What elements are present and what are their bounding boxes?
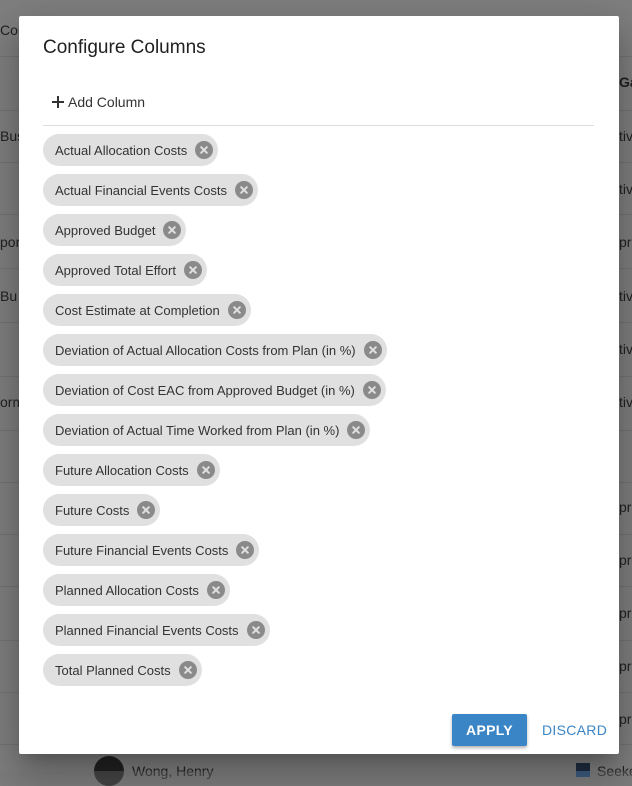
remove-chip-icon[interactable] [227,301,246,319]
chip-label: Deviation of Actual Time Worked from Pla… [55,422,340,438]
column-chip-list: Actual Allocation Costs Actual Financial … [43,134,387,694]
apply-button[interactable]: APPLY [452,714,527,746]
column-chip: Total Planned Costs [43,654,202,686]
chip-label: Actual Allocation Costs [55,142,188,158]
column-chip: Future Costs [43,494,161,526]
remove-chip-icon[interactable] [234,181,253,199]
column-chip: Actual Financial Events Costs [43,174,258,206]
chip-label: Deviation of Actual Allocation Costs fro… [55,342,356,358]
remove-chip-icon[interactable] [347,421,366,439]
remove-chip-icon[interactable] [163,221,182,239]
chip-label: Planned Financial Events Costs [55,622,239,638]
remove-chip-icon[interactable] [236,541,255,559]
remove-chip-icon[interactable] [246,621,265,639]
chip-label: Approved Total Effort [55,262,176,278]
column-chip: Planned Allocation Costs [43,574,230,606]
remove-chip-icon[interactable] [178,661,197,679]
column-chip: Future Financial Events Costs [43,534,260,566]
column-chip: Future Allocation Costs [43,454,220,486]
chip-label: Cost Estimate at Completion [55,302,220,318]
discard-button[interactable]: DISCARD [536,714,610,746]
chip-label: Future Financial Events Costs [55,542,229,558]
divider [43,125,594,126]
remove-chip-icon[interactable] [183,261,202,279]
column-chip: Actual Allocation Costs [43,134,219,166]
column-chip: Deviation of Cost EAC from Approved Budg… [43,374,386,406]
remove-chip-icon[interactable] [195,141,214,159]
chip-label: Actual Financial Events Costs [55,182,227,198]
chip-label: Approved Budget [55,222,156,238]
chip-label: Future Allocation Costs [55,462,189,478]
chip-label: Deviation of Cost EAC from Approved Budg… [55,382,355,398]
plus-icon [52,96,64,108]
column-chip: Cost Estimate at Completion [43,294,251,326]
column-chip: Planned Financial Events Costs [43,614,270,646]
add-column-button[interactable]: Add Column [52,90,145,114]
chip-label: Planned Allocation Costs [55,582,199,598]
column-chip: Approved Budget [43,214,187,246]
column-chip: Deviation of Actual Time Worked from Pla… [43,414,371,446]
remove-chip-icon[interactable] [363,341,382,359]
remove-chip-icon[interactable] [362,381,381,399]
remove-chip-icon[interactable] [137,501,156,519]
chip-label: Future Costs [55,502,130,518]
configure-columns-dialog: Configure Columns Add Column Actual Allo… [19,16,619,754]
column-chip: Approved Total Effort [43,254,207,286]
column-chip: Deviation of Actual Allocation Costs fro… [43,334,387,366]
dialog-title: Configure Columns [43,37,206,58]
add-column-label: Add Column [68,94,146,110]
remove-chip-icon[interactable] [196,461,215,479]
remove-chip-icon[interactable] [206,581,225,599]
chip-label: Total Planned Costs [55,662,171,678]
